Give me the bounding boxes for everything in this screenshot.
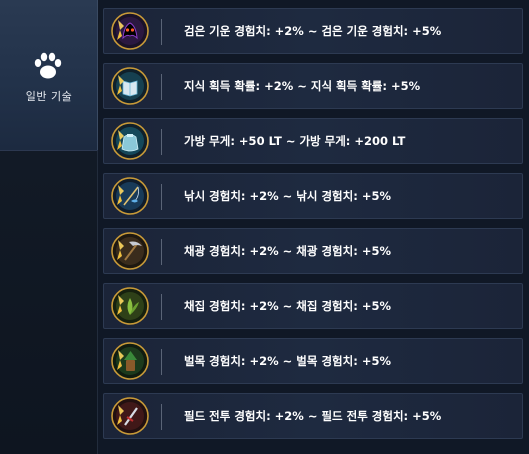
row-divider bbox=[161, 19, 162, 45]
row-divider bbox=[161, 184, 162, 210]
black-spirit-icon bbox=[111, 12, 149, 50]
skill-effect-text: 필드 전투 경험치: +2% ~ 필드 전투 경험치: +5% bbox=[184, 409, 442, 423]
tab-general-skills[interactable]: 일반 기술 bbox=[0, 0, 98, 150]
row-divider bbox=[161, 349, 162, 375]
knowledge-book-icon bbox=[111, 67, 149, 105]
skill-row-mining-exp[interactable]: 채광 경험치: +2% ~ 채광 경험치: +5% bbox=[103, 228, 523, 274]
sidebar: 일반 기술 bbox=[0, 0, 98, 454]
skill-effect-text: 가방 무게: +50 LT ~ 가방 무게: +200 LT bbox=[184, 134, 406, 148]
skill-effect-text: 채집 경험치: +2% ~ 채집 경험치: +5% bbox=[184, 299, 391, 313]
row-divider bbox=[161, 239, 162, 265]
sidebar-panel bbox=[0, 150, 98, 454]
row-divider bbox=[161, 404, 162, 430]
field-combat-icon bbox=[111, 397, 149, 435]
fishing-icon bbox=[111, 177, 149, 215]
skill-row-lumbering-exp[interactable]: 벌목 경험치: +2% ~ 벌목 경험치: +5% bbox=[103, 338, 523, 384]
skill-row-gathering-exp[interactable]: 채집 경험치: +2% ~ 채집 경험치: +5% bbox=[103, 283, 523, 329]
skill-effect-text: 채광 경험치: +2% ~ 채광 경험치: +5% bbox=[184, 244, 391, 258]
skill-row-black-spirit-exp[interactable]: 검은 기운 경험치: +2% ~ 검은 기운 경험치: +5% bbox=[103, 8, 523, 54]
paw-icon bbox=[34, 52, 62, 79]
mining-pickaxe-icon bbox=[111, 232, 149, 270]
tab-label: 일반 기술 bbox=[25, 90, 73, 103]
skill-effect-text: 검은 기운 경험치: +2% ~ 검은 기운 경험치: +5% bbox=[184, 24, 442, 38]
bag-weight-icon bbox=[111, 122, 149, 160]
row-divider bbox=[161, 129, 162, 155]
skill-effect-text: 낚시 경험치: +2% ~ 낚시 경험치: +5% bbox=[184, 189, 391, 203]
skill-row-knowledge-rate[interactable]: 지식 획득 확률: +2% ~ 지식 획득 확률: +5% bbox=[103, 63, 523, 109]
skill-row-bag-weight[interactable]: 가방 무게: +50 LT ~ 가방 무게: +200 LT bbox=[103, 118, 523, 164]
skill-effect-text: 벌목 경험치: +2% ~ 벌목 경험치: +5% bbox=[184, 354, 391, 368]
gathering-icon bbox=[111, 287, 149, 325]
skill-row-fishing-exp[interactable]: 낚시 경험치: +2% ~ 낚시 경험치: +5% bbox=[103, 173, 523, 219]
row-divider bbox=[161, 294, 162, 320]
row-divider bbox=[161, 74, 162, 100]
skill-effect-text: 지식 획득 확률: +2% ~ 지식 획득 확률: +5% bbox=[184, 79, 421, 93]
skill-list: 검은 기운 경험치: +2% ~ 검은 기운 경험치: +5% 지식 획득 확률… bbox=[98, 0, 529, 454]
lumbering-icon bbox=[111, 342, 149, 380]
skill-row-field-combat-exp[interactable]: 필드 전투 경험치: +2% ~ 필드 전투 경험치: +5% bbox=[103, 393, 523, 439]
